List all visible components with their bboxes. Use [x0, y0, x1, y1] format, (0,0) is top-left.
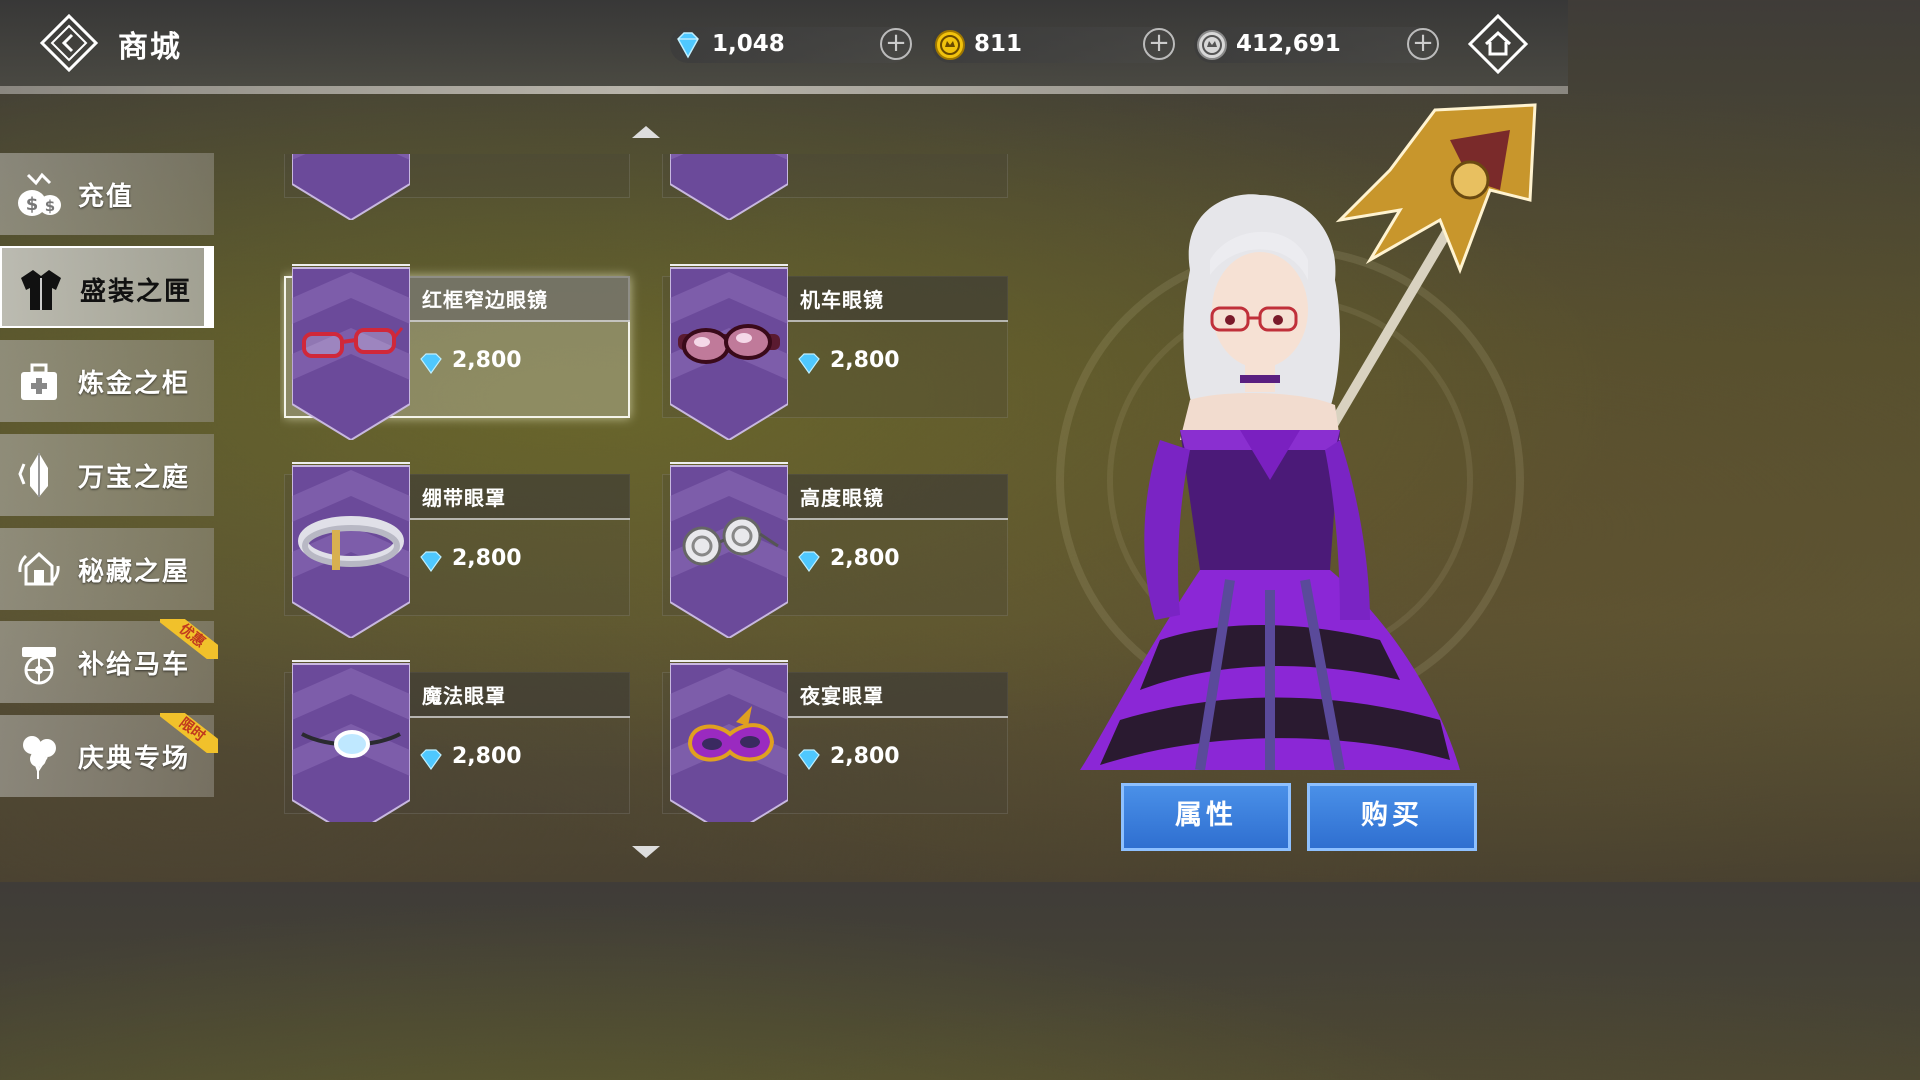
- attributes-button[interactable]: 属性: [1121, 783, 1291, 851]
- product-price: 2,800: [452, 546, 522, 571]
- home-button[interactable]: [1467, 13, 1529, 75]
- vault-icon: [18, 551, 60, 586]
- limited-tag: 限时: [160, 713, 218, 753]
- character-preview[interactable]: [1040, 100, 1560, 771]
- magic-eyepatch-icon: [301, 730, 401, 758]
- product-card[interactable]: 红框窄边眼镜 2,800: [280, 264, 630, 440]
- swirl-glasses-icon: [682, 516, 779, 566]
- product-card[interactable]: 机车眼镜 2,800: [658, 264, 1008, 440]
- diamond-icon: [798, 551, 820, 572]
- masquerade-mask-icon: [687, 706, 775, 762]
- page-title: 商城: [118, 30, 182, 65]
- product-card[interactable]: 2,800: [658, 154, 1008, 220]
- scroll-down-arrow-icon[interactable]: [632, 846, 660, 858]
- diamond-icon: [798, 353, 820, 374]
- svg-text:$: $: [26, 194, 39, 215]
- discount-tag: 优惠: [160, 619, 218, 659]
- sidebar-item-supply-cart[interactable]: 补给马车 优惠: [0, 619, 218, 703]
- crystal-icon: [18, 453, 48, 497]
- diamond-balance: 1,048: [670, 27, 910, 63]
- product-card[interactable]: 夜宴眼罩 2,800: [658, 660, 1008, 822]
- product-card[interactable]: 绷带眼罩 2,800: [280, 462, 630, 638]
- back-button[interactable]: [39, 13, 99, 73]
- sidebar-item-costume[interactable]: 盛装之匣: [0, 246, 214, 328]
- sidebar-item-celebration[interactable]: 庆典专场 限时: [0, 713, 218, 797]
- sidebar-item-treasure-court[interactable]: 万宝之庭: [0, 434, 214, 516]
- svg-text:$: $: [45, 197, 55, 215]
- medkit-icon: [21, 363, 57, 400]
- product-name: 机车眼镜: [800, 288, 884, 312]
- character-model-image: [1056, 103, 1537, 771]
- item-banner: [670, 154, 788, 220]
- add-diamond-button[interactable]: +: [880, 28, 912, 60]
- diamond-icon: [420, 551, 442, 572]
- add-silver-button[interactable]: +: [1407, 28, 1439, 60]
- product-price: 2,800: [452, 348, 522, 373]
- diamond-icon: [798, 749, 820, 770]
- product-grid: 2,8002,800红框窄边眼镜2,800机车眼镜2,800绷带眼罩2,800高…: [280, 154, 1020, 822]
- sidebar-item-recharge[interactable]: $ $ 充值: [0, 153, 214, 235]
- add-gold-button[interactable]: +: [1143, 28, 1175, 60]
- product-price: 2,800: [830, 546, 900, 571]
- product-name: 高度眼镜: [800, 486, 884, 510]
- product-card[interactable]: 2,800: [280, 154, 630, 220]
- home-icon: [1467, 13, 1529, 75]
- product-name: 魔法眼罩: [422, 684, 506, 708]
- balloon-icon: [23, 736, 56, 779]
- product-name: 绷带眼罩: [422, 486, 506, 510]
- goggles-icon: [678, 324, 780, 364]
- product-name: 红框窄边眼镜: [422, 288, 548, 312]
- red-glasses-icon: [302, 327, 404, 358]
- gold-balance: 811: [932, 27, 1172, 63]
- cart-icon: [22, 647, 56, 685]
- bandage-eyepatch-icon: [298, 516, 404, 570]
- top-bar-divider: [0, 86, 1568, 94]
- product-price: 2,800: [830, 348, 900, 373]
- diamond-icon: [420, 353, 442, 374]
- sidebar-item-alchemy[interactable]: 炼金之柜: [0, 340, 214, 422]
- scroll-up-arrow-icon[interactable]: [632, 126, 660, 138]
- diamond-icon: [677, 32, 699, 59]
- item-banner: [292, 154, 410, 220]
- sidebar-item-secret-house[interactable]: 秘藏之屋: [0, 528, 214, 610]
- buy-button[interactable]: 购买: [1307, 783, 1477, 851]
- product-price: 2,800: [452, 744, 522, 769]
- product-card[interactable]: 魔法眼罩 2,800: [280, 660, 630, 822]
- money-bag-icon: $ $: [18, 172, 61, 216]
- back-arrow-icon: [39, 13, 99, 73]
- product-name: 夜宴眼罩: [800, 684, 884, 708]
- jacket-icon: [21, 270, 61, 310]
- product-card[interactable]: 高度眼镜 2,800: [658, 462, 1008, 638]
- gold-coin-icon: [935, 30, 965, 60]
- silver-balance: 412,691: [1194, 27, 1434, 63]
- diamond-icon: [420, 749, 442, 770]
- product-price: 2,800: [830, 744, 900, 769]
- silver-coin-icon: [1197, 30, 1227, 60]
